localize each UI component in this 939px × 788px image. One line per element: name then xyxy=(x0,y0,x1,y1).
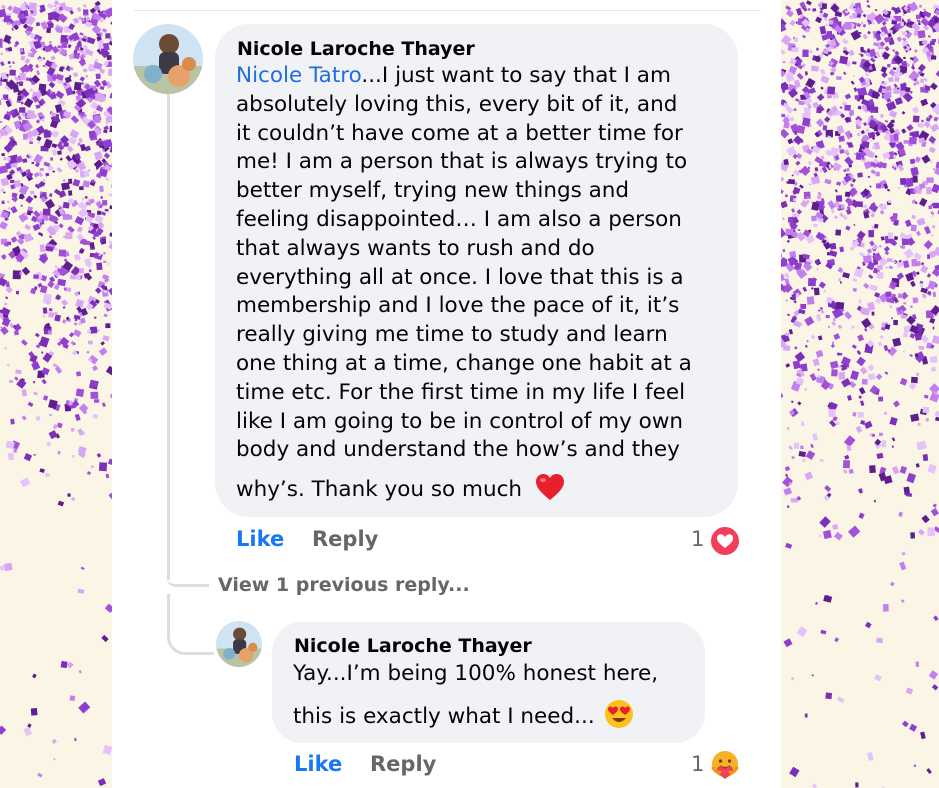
glitter-border-left xyxy=(0,0,112,788)
thread-connector xyxy=(167,594,214,655)
reply-button[interactable]: Reply xyxy=(370,752,436,776)
care-reaction-icon[interactable] xyxy=(709,749,741,785)
comment-line: better myself, trying new things and xyxy=(236,178,630,204)
comment-line: one thing at a time, change one habit at… xyxy=(236,350,692,376)
glitter-border-right xyxy=(781,0,939,788)
comment-line: absolutely loving this, every bit of it,… xyxy=(236,91,678,117)
comment-line: feeling disappointed… I am also a person xyxy=(236,206,682,232)
comment-text: Nicole Tatro...I just want to say that I… xyxy=(236,62,692,505)
comment-line: really giving me time to study and learn xyxy=(236,322,668,348)
comment-line: like I am going to be in control of my o… xyxy=(236,408,684,434)
view-previous-replies-link[interactable]: View 1 previous reply... xyxy=(218,574,470,596)
reply-line: this is exactly what I need... xyxy=(293,703,595,729)
comment-line: ...I just want to say that I am xyxy=(361,63,671,88)
comment-line: why’s. Thank you so much xyxy=(236,477,523,503)
comment-thread-card: Nicole Laroche Thayer Nicole Tatro...I j… xyxy=(112,0,781,788)
mention-link[interactable]: Nicole Tatro xyxy=(236,63,361,88)
comment-author[interactable]: Nicole Laroche Thayer xyxy=(237,38,475,60)
reaction-count[interactable]: 1 xyxy=(691,752,704,776)
reaction-count[interactable]: 1 xyxy=(691,527,704,551)
thread-connector xyxy=(167,578,209,587)
divider xyxy=(134,10,761,11)
comment-line: that always wants to rush and do xyxy=(236,235,595,261)
love-reaction-icon[interactable] xyxy=(709,525,741,561)
reply-author[interactable]: Nicole Laroche Thayer xyxy=(294,635,532,657)
thread-line xyxy=(167,94,170,580)
red-heart-emoji xyxy=(535,474,564,501)
like-button[interactable]: Like xyxy=(236,527,284,551)
reply-text: Yay...I’m being 100% honest here, this i… xyxy=(293,660,658,732)
reply-line: Yay...I’m being 100% honest here, xyxy=(293,661,659,686)
comment-line: time etc. For the first time in my life … xyxy=(236,379,686,405)
comment-line: body and understand the how’s and they xyxy=(236,437,680,463)
heart-eyes-emoji xyxy=(604,699,633,728)
avatar[interactable] xyxy=(216,621,262,667)
reply-button[interactable]: Reply xyxy=(312,527,378,551)
like-button[interactable]: Like xyxy=(294,752,342,776)
comment-line: membership and I love the pace of it, it… xyxy=(236,293,680,319)
avatar[interactable] xyxy=(133,24,203,94)
comment-line: me! I am a person that is always trying … xyxy=(236,149,688,175)
comment-line: everything all at once. I love that this… xyxy=(236,264,684,290)
comment-line: it couldn’t have come at a better time f… xyxy=(236,120,683,146)
